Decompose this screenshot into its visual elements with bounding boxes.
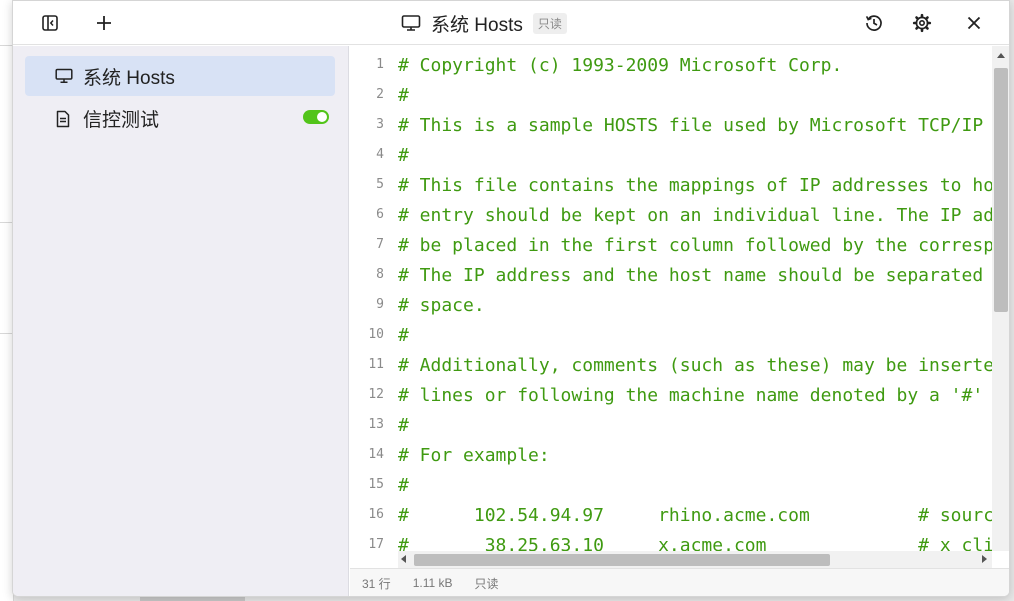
sidebar-item-system-hosts[interactable]: 系统 Hosts <box>25 56 335 96</box>
code-line: # <box>398 85 409 106</box>
monitor-icon <box>55 68 73 84</box>
horizontal-scroll-thumb[interactable] <box>414 554 830 566</box>
line-number: 1 <box>376 57 384 72</box>
code-line: # <box>398 145 409 166</box>
line-count: 31 行 <box>362 576 391 591</box>
line-number: 4 <box>376 147 384 162</box>
line-number: 17 <box>368 537 384 552</box>
code-line: # <box>398 415 409 436</box>
code-line: # 38.25.63.10 x.acme.com # x client host <box>398 535 992 551</box>
file-icon <box>56 110 70 128</box>
code-area[interactable]: # Copyright (c) 1993-2009 Microsoft Corp… <box>398 46 992 551</box>
line-number: 11 <box>368 357 384 372</box>
settings-button[interactable] <box>907 8 937 38</box>
line-number: 2 <box>376 87 384 102</box>
history-button[interactable] <box>859 8 889 38</box>
code-line: # entry should be kept on an individual … <box>398 205 992 226</box>
code-line: # space. <box>398 295 485 316</box>
hosts-sidebar: 系统 Hosts 信控测试 <box>13 46 349 596</box>
line-number: 7 <box>376 237 384 252</box>
line-number: 5 <box>376 177 384 192</box>
code-line: # This file contains the mappings of IP … <box>398 175 992 196</box>
line-number: 3 <box>376 117 384 132</box>
close-icon <box>967 16 981 30</box>
code-line: # be placed in the first column followed… <box>398 235 992 256</box>
monitor-icon <box>401 15 421 31</box>
close-button[interactable] <box>959 8 989 38</box>
line-number: 6 <box>376 207 384 222</box>
vertical-scroll-thumb[interactable] <box>994 68 1008 312</box>
add-hosts-button[interactable] <box>89 8 119 38</box>
line-number: 14 <box>368 447 384 462</box>
window-title-text: 系统 Hosts <box>431 14 523 36</box>
hosts-editor-window: 系统 Hosts 只读 系统 Hosts 信控测试 1 2 3 4 5 6 7 … <box>12 0 1010 597</box>
scroll-right-arrow-icon[interactable] <box>982 555 987 563</box>
plus-icon <box>97 16 111 30</box>
file-size: 1.11 kB <box>412 576 453 590</box>
line-number: 13 <box>368 417 384 432</box>
line-number: 12 <box>368 387 384 402</box>
code-line: # <box>398 325 409 346</box>
code-line: # Additionally, comments (such as these)… <box>398 355 992 376</box>
readonly-status: 只读 <box>474 576 499 591</box>
readonly-badge: 只读 <box>532 12 567 34</box>
code-line: # 102.54.94.97 rhino.acme.com # source s… <box>398 505 992 526</box>
line-number: 10 <box>368 327 384 342</box>
line-number-gutter: 1 2 3 4 5 6 7 8 9 10 11 12 13 14 15 16 1… <box>350 46 392 568</box>
scroll-up-arrow-icon[interactable] <box>997 53 1005 58</box>
line-number: 9 <box>376 297 384 312</box>
code-line: # lines or following the machine name de… <box>398 385 984 406</box>
hosts-enable-toggle[interactable] <box>303 110 329 124</box>
toggle-knob <box>317 112 327 122</box>
sidebar-item-label: 信控测试 <box>83 109 160 131</box>
horizontal-scrollbar[interactable] <box>398 551 992 568</box>
code-line: # For example: <box>398 445 550 466</box>
scroll-left-arrow-icon[interactable] <box>401 555 406 563</box>
sidebar-item-label: 系统 Hosts <box>83 67 175 89</box>
code-line: # Copyright (c) 1993-2009 Microsoft Corp… <box>398 55 843 76</box>
sidebar-toggle-icon <box>42 15 58 31</box>
title-bar: 系统 Hosts 只读 <box>13 1 1009 45</box>
sidebar-item-xinkong-test[interactable]: 信控测试 <box>25 98 335 138</box>
window-title: 系统 Hosts 只读 <box>401 10 567 36</box>
code-line: # <box>398 475 409 496</box>
line-number: 16 <box>368 507 384 522</box>
toggle-sidebar-button[interactable] <box>35 8 65 38</box>
code-line: # The IP address and the host name shoul… <box>398 265 984 286</box>
gear-icon <box>912 13 932 33</box>
line-number: 15 <box>368 477 384 492</box>
status-bar: 31 行 1.11 kB 只读 <box>350 568 1009 596</box>
history-icon <box>865 15 882 31</box>
line-number: 8 <box>376 267 384 282</box>
code-line: # This is a sample HOSTS file used by Mi… <box>398 115 984 136</box>
vertical-scrollbar[interactable] <box>992 46 1009 551</box>
hosts-editor[interactable]: 1 2 3 4 5 6 7 8 9 10 11 12 13 14 15 16 1… <box>350 46 1009 568</box>
